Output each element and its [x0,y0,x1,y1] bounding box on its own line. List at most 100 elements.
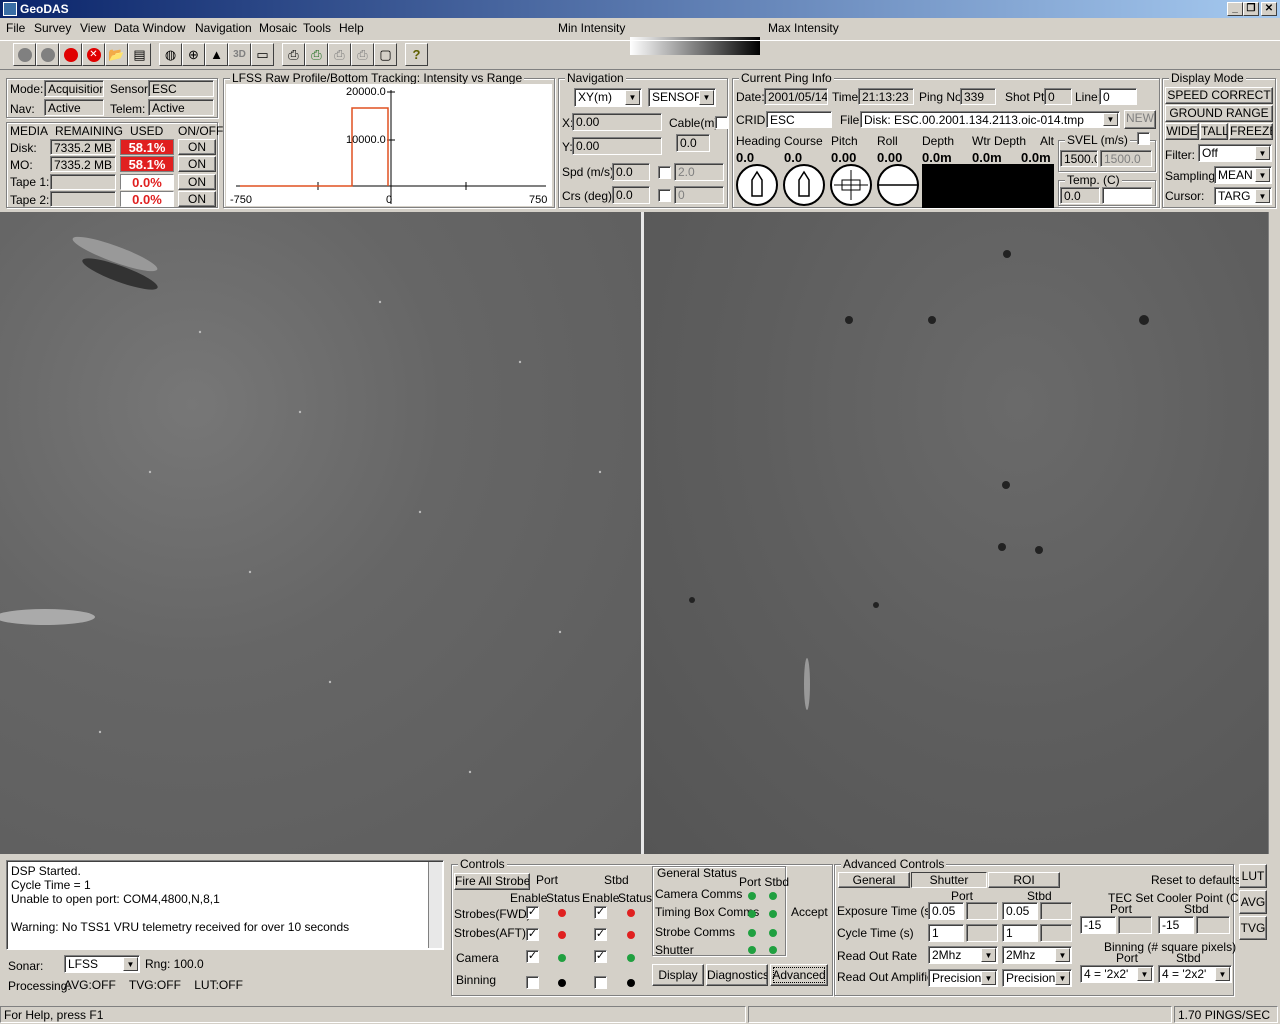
strobes-fwd-stbd-checkbox[interactable]: ✓ [594,906,607,919]
binning-port-checkbox[interactable] [526,976,539,989]
crs-checkbox[interactable] [658,189,671,202]
crs-override[interactable]: 0 [674,186,724,204]
binning-stbd-checkbox[interactable] [594,976,607,989]
tvg-button[interactable]: TVG [1239,916,1267,940]
tab-shutter[interactable]: Shutter [911,872,987,888]
speed-correct-button[interactable]: SPEED CORRECT [1165,87,1273,104]
svel-checkbox[interactable] [1137,132,1150,145]
bin-port-select[interactable]: 4 = '2x2' ▼ [1080,965,1154,983]
reset-defaults-button[interactable]: Reset to defaults [1151,873,1241,887]
chevron-down-icon[interactable]: ▼ [1255,189,1270,203]
vertical-scrollbar[interactable] [1268,212,1280,854]
advanced-button[interactable]: Advanced [770,964,828,986]
menu-view[interactable]: View [80,21,106,35]
print-grey-icon[interactable]: ⎙ [328,43,351,66]
camera-port-checkbox[interactable]: ✓ [526,950,539,963]
menu-tools[interactable]: Tools [303,21,331,35]
chevron-down-icon[interactable]: ▼ [1215,967,1230,981]
svel-override[interactable]: 1500.0 [1100,150,1152,167]
frame-icon[interactable]: ▢ [374,43,397,66]
menu-data-window[interactable]: Data Window [114,21,185,35]
record-grey-icon[interactable] [13,43,36,66]
minimize-button[interactable]: _ [1227,2,1243,16]
diagnostics-button[interactable]: Diagnostics [706,964,768,986]
tec-stbd-input[interactable]: -15 [1158,916,1194,934]
ground-range-button[interactable]: GROUND RANGE [1165,105,1273,122]
sonar-select[interactable]: LFSS ▼ [64,955,140,973]
accept-button[interactable]: Accept [791,905,828,919]
stop-icon[interactable]: ✕ [82,43,105,66]
chevron-down-icon[interactable]: ▼ [1137,967,1152,981]
chevron-down-icon[interactable]: ▼ [981,971,996,985]
avg-button[interactable]: AVG [1239,890,1267,914]
chevron-down-icon[interactable]: ▼ [1255,146,1270,160]
terrain-icon[interactable]: ▲ [205,43,228,66]
temp-input[interactable] [1102,187,1152,204]
chevron-down-icon[interactable]: ▼ [123,957,138,971]
exposure-stbd-input[interactable]: 0.05 [1002,902,1038,920]
cursor-select[interactable]: TARG ▼ [1214,187,1272,205]
line-spinner[interactable]: 0 [1099,88,1137,105]
print-green-icon[interactable]: ⎙ [305,43,328,66]
exposure-port-input[interactable]: 0.05 [928,902,964,920]
tab-general[interactable]: General [838,872,910,888]
crid-input[interactable]: ESC [766,111,832,128]
menu-navigation[interactable]: Navigation [195,21,252,35]
tape1-on-button[interactable]: ON [178,174,216,190]
source-select[interactable]: SENSOR ▼ [648,88,716,107]
message-log[interactable]: DSP Started. Cycle Time = 1 Unable to op… [6,860,444,950]
tab-roi[interactable]: ROI [988,872,1060,888]
mo-on-button[interactable]: ON [178,156,216,172]
port-sonar-image[interactable] [0,212,641,854]
strobes-fwd-port-checkbox[interactable]: ✓ [526,906,539,919]
new-button[interactable]: NEW [1124,110,1156,129]
menu-help[interactable]: Help [339,21,364,35]
disk-on-button[interactable]: ON [178,139,216,155]
sampling-select[interactable]: MEAN ▼ [1214,166,1272,184]
lut-button[interactable]: LUT [1239,864,1267,888]
tall-button[interactable]: TALL [1200,123,1228,140]
coord-select[interactable]: XY(m) ▼ [574,88,642,107]
chevron-down-icon[interactable]: ▼ [1055,948,1070,962]
freeze-button[interactable]: FREEZE [1229,123,1273,140]
log-scrollbar[interactable] [428,862,442,948]
chevron-down-icon[interactable]: ▼ [981,948,996,962]
print-icon[interactable]: ⎙ [282,43,305,66]
globe-icon[interactable]: ◍ [159,43,182,66]
amp-port-select[interactable]: Precision ▼ [928,969,998,987]
tape2-on-button[interactable]: ON [178,191,216,207]
open-icon[interactable]: 📂 [105,43,128,66]
amp-stbd-select[interactable]: Precision ▼ [1002,969,1072,987]
cable-checkbox[interactable] [715,116,728,129]
rate-port-select[interactable]: 2Mhz ▼ [928,946,998,964]
spd-override[interactable]: 2.0 [674,163,724,181]
print-preview-icon[interactable]: ▤ [128,43,151,66]
bin-stbd-select[interactable]: 4 = '2x2' ▼ [1158,965,1232,983]
chevron-down-icon[interactable]: ▼ [625,90,640,105]
chevron-down-icon[interactable]: ▼ [1103,113,1118,126]
spd-checkbox[interactable] [658,166,671,179]
menu-mosaic[interactable]: Mosaic [259,21,297,35]
help-icon[interactable]: ? [405,43,428,66]
menu-survey[interactable]: Survey [34,21,71,35]
restore-button[interactable]: ❐ [1243,2,1259,16]
cycle-port-input[interactable]: 1 [928,924,964,942]
cycle-stbd-input[interactable]: 1 [1002,924,1038,942]
fire-all-strobes-button[interactable]: Fire All Strobes [454,873,530,890]
record-red-icon[interactable] [59,43,82,66]
filter-select[interactable]: Off ▼ [1198,144,1272,162]
record-grey-icon[interactable] [36,43,59,66]
window-icon[interactable]: ▭ [251,43,274,66]
stbd-sonar-image[interactable] [644,212,1268,854]
wide-button[interactable]: WIDE [1165,123,1199,140]
strobes-aft-stbd-checkbox[interactable]: ✓ [594,928,607,941]
crosshair-icon[interactable]: ⊕ [182,43,205,66]
display-button[interactable]: Display [652,964,704,986]
menu-file[interactable]: File [6,21,25,35]
chevron-down-icon[interactable]: ▼ [1055,971,1070,985]
file-select[interactable]: Disk: ESC.00.2001.134.2113.oic-014.tmp ▼ [860,111,1120,128]
chevron-down-icon[interactable]: ▼ [699,90,714,105]
rate-stbd-select[interactable]: 2Mhz ▼ [1002,946,1072,964]
close-button[interactable]: ✕ [1261,2,1277,16]
3d-icon[interactable]: 3D [228,43,251,66]
